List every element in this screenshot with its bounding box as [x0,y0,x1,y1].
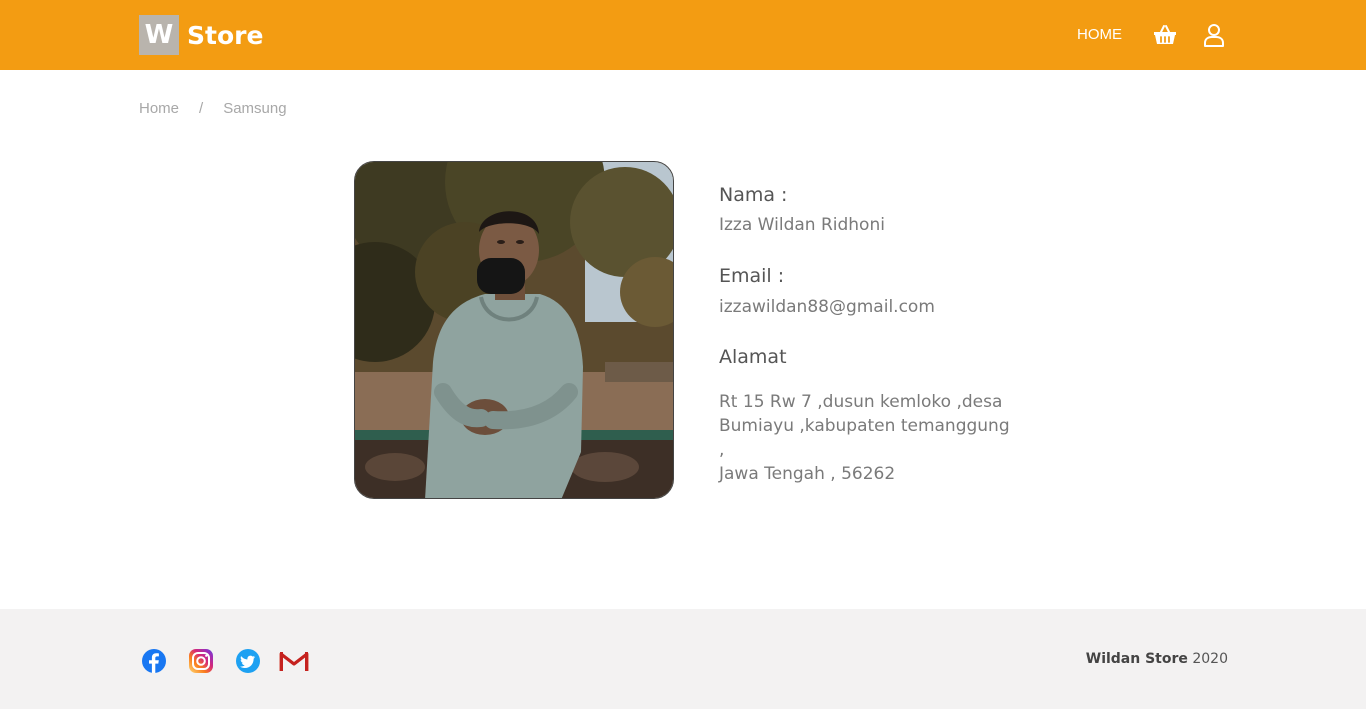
email-label: Email : [719,265,785,287]
user-icon[interactable] [1200,21,1228,49]
navbar: W Store HOME [0,0,1366,70]
footer-brand: Wildan Store [1085,651,1188,667]
breadcrumb-home[interactable]: Home [139,100,179,117]
alamat-line: Jawa Tengah , 56262 [719,464,896,484]
alamat-value: Rt 15 Rw 7 ,dusun kemloko ,desa Bumiayu … [719,390,1019,486]
gmail-icon[interactable] [279,646,309,676]
facebook-icon[interactable] [139,646,169,676]
nama-value: Izza Wildan Ridhoni [719,215,885,235]
breadcrumb: Home / Samsung [139,100,287,117]
nav-home-link[interactable]: HOME [1077,26,1122,43]
brand-name: Store [187,20,264,50]
footer-year: 2020 [1192,651,1228,667]
footer: Wildan Store 2020 [0,609,1366,709]
profile-photo [354,161,674,499]
alamat-line: Bumiayu ,kabupaten temanggung , [719,416,1010,460]
alamat-label: Alamat [719,346,787,368]
breadcrumb-samsung[interactable]: Samsung [223,100,286,117]
email-value: izzawildan88@gmail.com [719,297,935,317]
brand-logo[interactable]: W Store [139,15,263,55]
alamat-line: Rt 15 Rw 7 ,dusun kemloko ,desa [719,392,1003,412]
twitter-icon[interactable] [233,646,263,676]
nama-label: Nama : [719,184,788,206]
instagram-icon[interactable] [186,646,216,676]
basket-icon[interactable] [1151,21,1179,49]
copyright: Wildan Store 2020 [1086,651,1228,667]
brand-mark: W [139,15,179,55]
breadcrumb-separator: / [199,100,204,117]
